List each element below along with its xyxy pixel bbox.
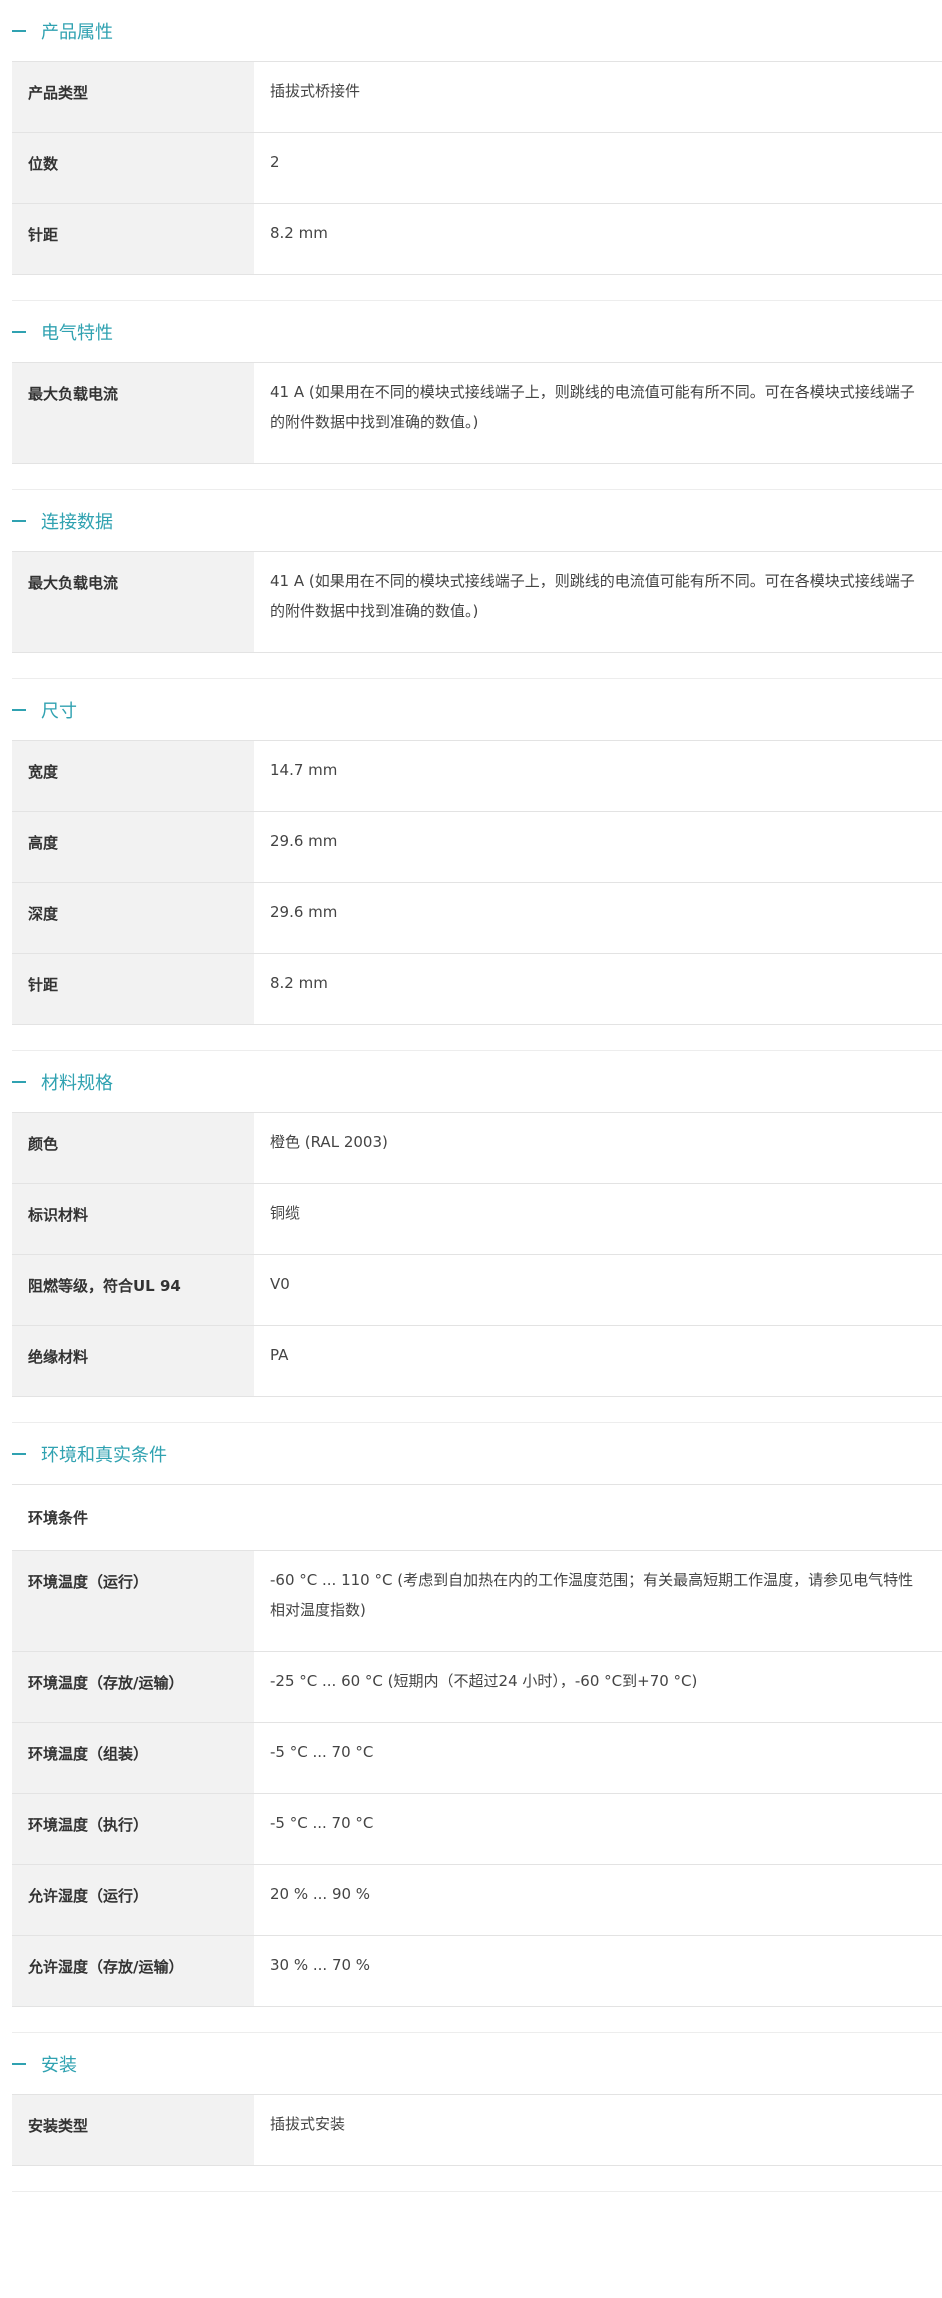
- section-connection: 连接数据 最大负载电流 41 A (如果用在不同的模块式接线端子上，则跳线的电流…: [12, 490, 942, 679]
- section-electrical: 电气特性 最大负载电流 41 A (如果用在不同的模块式接线端子上，则跳线的电流…: [12, 301, 942, 490]
- product-spec-page: 产品属性 产品类型 插拔式桥接件 位数 2 针距 8.2 mm 电气特性 最大负…: [0, 0, 942, 2192]
- section-header-product-properties[interactable]: 产品属性: [12, 0, 942, 61]
- table-row: 环境温度（运行） -60 °C ... 110 °C (考虑到自加热在内的工作温…: [12, 1550, 942, 1652]
- table-row: 颜色 橙色 (RAL 2003): [12, 1112, 942, 1184]
- spec-table: 最大负载电流 41 A (如果用在不同的模块式接线端子上，则跳线的电流值可能有所…: [12, 362, 942, 464]
- table-row: 绝缘材料 PA: [12, 1325, 942, 1397]
- section-title: 材料规格: [41, 1072, 113, 1094]
- row-value: -5 °C ... 70 °C: [270, 1814, 374, 1832]
- row-value: 8.2 mm: [270, 224, 328, 242]
- section-header-electrical[interactable]: 电气特性: [12, 301, 942, 362]
- row-key: 颜色: [12, 1112, 254, 1184]
- section-header-dimensions[interactable]: 尺寸: [12, 679, 942, 740]
- row-key: 环境温度（组装）: [12, 1722, 254, 1794]
- row-value: PA: [270, 1346, 289, 1364]
- minus-icon[interactable]: [12, 519, 26, 522]
- row-value: 30 % ... 70 %: [270, 1956, 371, 1974]
- row-key: 标识材料: [12, 1183, 254, 1255]
- table-row: 允许湿度（运行） 20 % ... 90 %: [12, 1864, 942, 1936]
- row-value: 29.6 mm: [270, 832, 338, 850]
- table-row: 宽度 14.7 mm: [12, 740, 942, 812]
- row-value: 8.2 mm: [270, 974, 328, 992]
- table-row: 环境温度（存放/运输） -25 °C ... 60 °C (短期内（不超过24 …: [12, 1651, 942, 1723]
- subheading-text: 环境条件: [28, 1509, 89, 1527]
- row-key: 深度: [12, 882, 254, 954]
- minus-icon[interactable]: [12, 1080, 26, 1083]
- section-header-materials[interactable]: 材料规格: [12, 1051, 942, 1112]
- spec-table: 最大负载电流 41 A (如果用在不同的模块式接线端子上，则跳线的电流值可能有所…: [12, 551, 942, 653]
- row-value: 14.7 mm: [270, 761, 338, 779]
- row-key: 宽度: [12, 740, 254, 812]
- row-key: 产品类型: [12, 61, 254, 133]
- row-value: 2: [270, 153, 280, 171]
- row-key: 位数: [12, 132, 254, 204]
- row-key: 最大负载电流: [12, 362, 254, 464]
- row-value: -60 °C ... 110 °C (考虑到自加热在内的工作温度范围；有关最高短…: [270, 1571, 914, 1619]
- row-value: 20 % ... 90 %: [270, 1885, 371, 1903]
- minus-icon[interactable]: [12, 708, 26, 711]
- row-key: 允许湿度（运行）: [12, 1864, 254, 1936]
- minus-icon[interactable]: [12, 1452, 26, 1455]
- minus-icon[interactable]: [12, 2062, 26, 2065]
- row-key: 环境温度（执行）: [12, 1793, 254, 1865]
- row-key: 高度: [12, 811, 254, 883]
- section-title: 安装: [41, 2054, 77, 2076]
- row-key: 针距: [12, 203, 254, 275]
- table-row: 针距 8.2 mm: [12, 203, 942, 275]
- section-environment: 环境和真实条件 环境条件 环境温度（运行） -60 °C ... 110 °C …: [12, 1423, 942, 2033]
- table-row: 允许湿度（存放/运输） 30 % ... 70 %: [12, 1935, 942, 2007]
- row-value: 41 A (如果用在不同的模块式接线端子上，则跳线的电流值可能有所不同。可在各模…: [270, 383, 915, 431]
- row-value: -5 °C ... 70 °C: [270, 1743, 374, 1761]
- table-row: 最大负载电流 41 A (如果用在不同的模块式接线端子上，则跳线的电流值可能有所…: [12, 362, 942, 464]
- spec-table: 安装类型 插拔式安装: [12, 2094, 942, 2166]
- row-value: 橙色 (RAL 2003): [270, 1133, 388, 1151]
- row-key: 环境温度（存放/运输）: [12, 1651, 254, 1723]
- row-value: 41 A (如果用在不同的模块式接线端子上，则跳线的电流值可能有所不同。可在各模…: [270, 572, 915, 620]
- spec-table: 环境条件 环境温度（运行） -60 °C ... 110 °C (考虑到自加热在…: [12, 1484, 942, 2007]
- table-row: 针距 8.2 mm: [12, 953, 942, 1025]
- row-key: 最大负载电流: [12, 551, 254, 653]
- section-installation: 安装 安装类型 插拔式安装: [12, 2033, 942, 2192]
- spec-table: 颜色 橙色 (RAL 2003) 标识材料 铜缆 阻燃等级，符合UL 94 V0…: [12, 1112, 942, 1397]
- table-row: 高度 29.6 mm: [12, 811, 942, 883]
- row-key: 针距: [12, 953, 254, 1025]
- section-header-environment[interactable]: 环境和真实条件: [12, 1423, 942, 1484]
- row-key: 安装类型: [12, 2094, 254, 2166]
- table-subheading: 环境条件: [12, 1484, 942, 1551]
- table-row: 深度 29.6 mm: [12, 882, 942, 954]
- table-row: 环境温度（执行） -5 °C ... 70 °C: [12, 1793, 942, 1865]
- section-title: 产品属性: [41, 21, 113, 43]
- minus-icon[interactable]: [12, 330, 26, 333]
- section-dimensions: 尺寸 宽度 14.7 mm 高度 29.6 mm 深度 29.6 mm 针距 8…: [12, 679, 942, 1051]
- row-value: 铜缆: [270, 1204, 301, 1222]
- table-row: 位数 2: [12, 132, 942, 204]
- table-row: 安装类型 插拔式安装: [12, 2094, 942, 2166]
- minus-icon[interactable]: [12, 29, 26, 32]
- spec-table: 产品类型 插拔式桥接件 位数 2 针距 8.2 mm: [12, 61, 942, 275]
- section-title: 环境和真实条件: [41, 1444, 167, 1466]
- row-value: V0: [270, 1275, 290, 1293]
- row-key: 绝缘材料: [12, 1325, 254, 1397]
- table-row: 标识材料 铜缆: [12, 1183, 942, 1255]
- section-product-properties: 产品属性 产品类型 插拔式桥接件 位数 2 针距 8.2 mm: [12, 0, 942, 301]
- table-row: 最大负载电流 41 A (如果用在不同的模块式接线端子上，则跳线的电流值可能有所…: [12, 551, 942, 653]
- table-row: 产品类型 插拔式桥接件: [12, 61, 942, 133]
- table-row: 阻燃等级，符合UL 94 V0: [12, 1254, 942, 1326]
- spec-table: 宽度 14.7 mm 高度 29.6 mm 深度 29.6 mm 针距 8.2 …: [12, 740, 942, 1025]
- row-key: 允许湿度（存放/运输）: [12, 1935, 254, 2007]
- section-header-connection[interactable]: 连接数据: [12, 490, 942, 551]
- row-value: 插拔式安装: [270, 2115, 346, 2133]
- section-materials: 材料规格 颜色 橙色 (RAL 2003) 标识材料 铜缆 阻燃等级，符合UL …: [12, 1051, 942, 1423]
- row-key: 环境温度（运行）: [12, 1550, 254, 1652]
- section-title: 电气特性: [41, 322, 113, 344]
- table-row: 环境温度（组装） -5 °C ... 70 °C: [12, 1722, 942, 1794]
- row-value: 29.6 mm: [270, 903, 338, 921]
- row-value: -25 °C ... 60 °C (短期内（不超过24 小时），-60 °C到+…: [270, 1672, 698, 1690]
- row-key: 阻燃等级，符合UL 94: [12, 1254, 254, 1326]
- section-title: 尺寸: [41, 700, 77, 722]
- section-header-installation[interactable]: 安装: [12, 2033, 942, 2094]
- row-value: 插拔式桥接件: [270, 82, 361, 100]
- section-title: 连接数据: [41, 511, 113, 533]
